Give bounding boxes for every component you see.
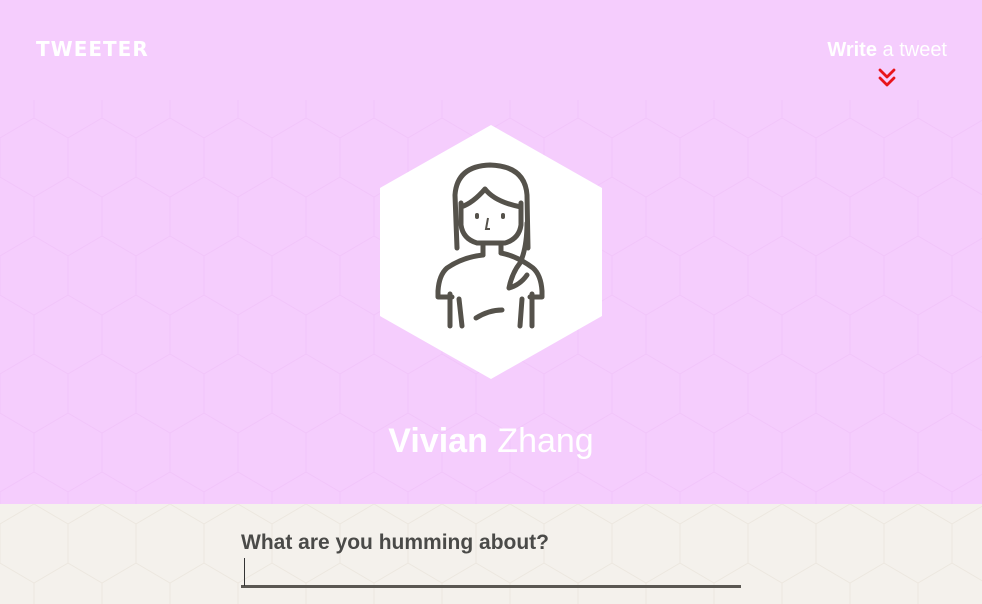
write-tweet-link[interactable]: Write a tweet xyxy=(827,38,947,88)
write-light-text: a tweet xyxy=(876,39,948,61)
compose-section: What are you humming about? xyxy=(0,504,982,604)
app-logo[interactable]: TWEETER xyxy=(36,37,149,61)
last-name: Zhang xyxy=(497,422,594,460)
tweet-input[interactable] xyxy=(241,558,741,588)
compose-label: What are you humming about? xyxy=(241,531,549,554)
profile-name: Vivian Zhang xyxy=(0,420,982,462)
text-cursor xyxy=(244,558,245,586)
woman-avatar-icon xyxy=(380,125,602,379)
profile-header: TWEETER Write a tweet Vivian Zhang xyxy=(0,0,982,504)
write-strong-text: Write xyxy=(827,39,877,61)
avatar xyxy=(377,123,605,381)
write-tweet-label: Write a tweet xyxy=(827,38,947,62)
double-chevron-down-icon xyxy=(878,68,896,87)
first-name: Vivian xyxy=(388,422,488,460)
